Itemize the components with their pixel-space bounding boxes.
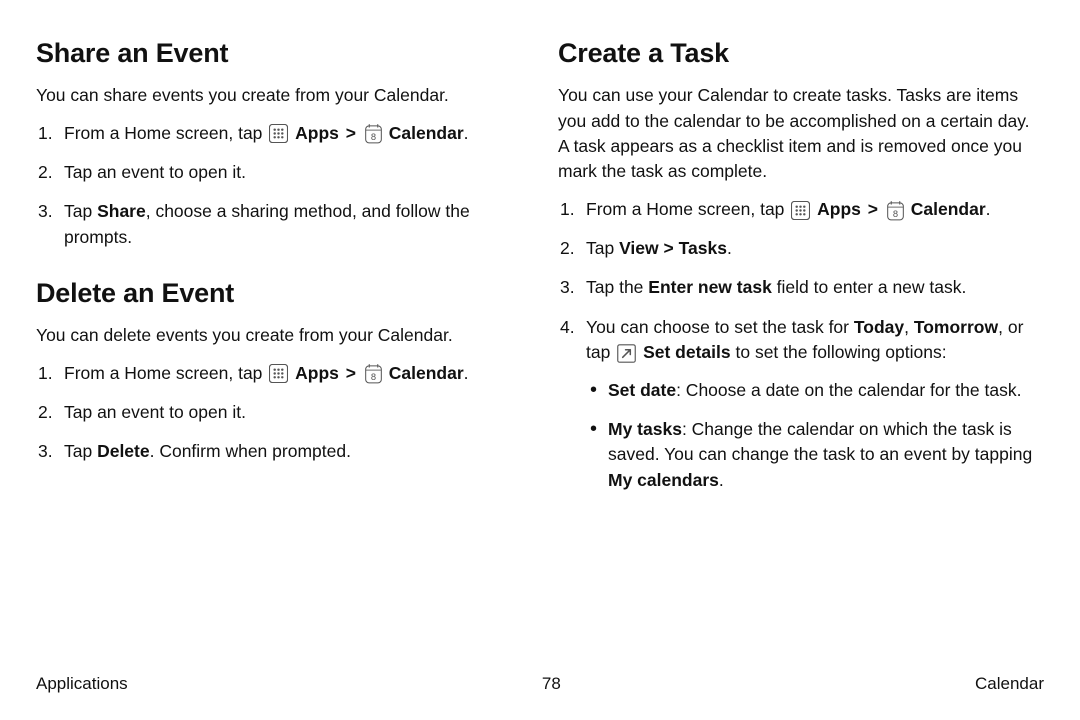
today-label: Today	[854, 317, 904, 337]
task-step-1: From a Home screen, tap Apps > Calendar.	[558, 197, 1044, 222]
share-step-3: Tap Share, choose a sharing method, and …	[36, 199, 522, 250]
text: .	[986, 199, 991, 219]
delete-step-3: Tap Delete. Confirm when prompted.	[36, 439, 522, 464]
calendar-label: Calendar	[389, 363, 464, 383]
text: .	[464, 363, 469, 383]
text: .	[719, 470, 724, 490]
enter-new-task-label: Enter new task	[648, 277, 772, 297]
text: ,	[904, 317, 914, 337]
footer-left: Applications	[36, 674, 128, 694]
calendar-icon	[887, 200, 904, 221]
set-date-label: Set date	[608, 380, 676, 400]
task-step-2: Tap View > Tasks.	[558, 236, 1044, 261]
intro-delete: You can delete events you create from yo…	[36, 323, 522, 348]
apps-label: Apps	[295, 123, 339, 143]
apps-icon	[269, 364, 288, 383]
apps-label: Apps	[817, 199, 861, 219]
steps-delete: From a Home screen, tap Apps > Calendar.…	[36, 361, 522, 465]
text: .	[727, 238, 732, 258]
chevron-right-icon: >	[868, 199, 878, 219]
share-step-2: Tap an event to open it.	[36, 160, 522, 185]
share-label: Share	[97, 201, 146, 221]
apps-label: Apps	[295, 363, 339, 383]
text: .	[464, 123, 469, 143]
intro-task: You can use your Calendar to create task…	[558, 83, 1044, 185]
apps-icon	[269, 124, 288, 143]
text: Tap	[64, 441, 97, 461]
heading-delete-event: Delete an Event	[36, 274, 522, 313]
task-step-4: You can choose to set the task for Today…	[558, 315, 1044, 493]
my-tasks-label: My tasks	[608, 419, 682, 439]
left-column: Share an Event You can share events you …	[36, 34, 522, 634]
calendar-label: Calendar	[911, 199, 986, 219]
text: to set the following options:	[731, 342, 947, 362]
tomorrow-label: Tomorrow	[914, 317, 998, 337]
text: . Confirm when prompted.	[150, 441, 351, 461]
text: : Choose a date on the calendar for the …	[676, 380, 1021, 400]
my-calendars-label: My calendars	[608, 470, 719, 490]
footer-page-number: 78	[542, 674, 561, 694]
footer-right: Calendar	[975, 674, 1044, 694]
text: You can choose to set the task for	[586, 317, 854, 337]
tasks-label: Tasks	[679, 238, 727, 258]
text: Tap	[64, 201, 97, 221]
option-set-date: Set date: Choose a date on the calendar …	[586, 378, 1044, 403]
sep: >	[659, 238, 679, 258]
expand-icon	[617, 344, 636, 363]
text: field to enter a new task.	[772, 277, 967, 297]
heading-share-event: Share an Event	[36, 34, 522, 73]
text: From a Home screen, tap	[586, 199, 789, 219]
calendar-icon	[365, 363, 382, 384]
apps-icon	[791, 201, 810, 220]
set-details-label: Set details	[643, 342, 731, 362]
text: From a Home screen, tap	[64, 123, 267, 143]
chevron-right-icon: >	[346, 123, 356, 143]
task-options-list: Set date: Choose a date on the calendar …	[586, 378, 1044, 494]
text: Tap the	[586, 277, 648, 297]
chevron-right-icon: >	[346, 363, 356, 383]
view-label: View	[619, 238, 659, 258]
text: Tap	[586, 238, 619, 258]
content-columns: Share an Event You can share events you …	[36, 34, 1044, 634]
right-column: Create a Task You can use your Calendar …	[558, 34, 1044, 634]
steps-task: From a Home screen, tap Apps > Calendar.…	[558, 197, 1044, 493]
page-footer: Applications 78 Calendar	[36, 674, 1044, 694]
share-step-1: From a Home screen, tap Apps > Calendar.	[36, 121, 522, 146]
option-my-tasks: My tasks: Change the calendar on which t…	[586, 417, 1044, 493]
delete-step-2: Tap an event to open it.	[36, 400, 522, 425]
task-step-3: Tap the Enter new task field to enter a …	[558, 275, 1044, 300]
delete-step-1: From a Home screen, tap Apps > Calendar.	[36, 361, 522, 386]
delete-label: Delete	[97, 441, 150, 461]
text: From a Home screen, tap	[64, 363, 267, 383]
steps-share: From a Home screen, tap Apps > Calendar.…	[36, 121, 522, 251]
heading-create-task: Create a Task	[558, 34, 1044, 73]
calendar-label: Calendar	[389, 123, 464, 143]
calendar-icon	[365, 123, 382, 144]
intro-share: You can share events you create from you…	[36, 83, 522, 108]
